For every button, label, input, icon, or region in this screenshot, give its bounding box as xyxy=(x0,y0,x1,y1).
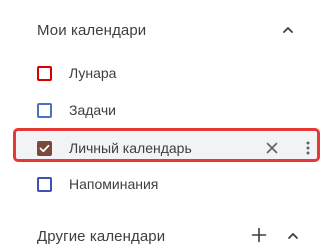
calendar-item-reminders[interactable]: Напоминания xyxy=(37,172,317,196)
calendar-item-tasks[interactable]: Задачи xyxy=(37,98,317,122)
checkmark-icon xyxy=(39,144,50,152)
calendar-checkbox[interactable] xyxy=(37,176,52,192)
calendar-item-lunara[interactable]: Лунара xyxy=(37,61,317,85)
other-calendars-title: Другие календари xyxy=(37,227,166,244)
my-calendars-title: Мои календари xyxy=(37,21,147,39)
calendar-checkbox[interactable] xyxy=(37,140,52,156)
my-calendars-header[interactable]: Мои календари xyxy=(37,19,307,41)
calendar-checkbox[interactable] xyxy=(37,102,52,118)
calendar-item-label: Напоминания xyxy=(69,176,159,192)
more-vertical-icon[interactable] xyxy=(303,139,313,157)
calendar-item-actions xyxy=(263,136,313,160)
calendar-item-label: Задачи xyxy=(69,102,117,118)
calendar-item-personal[interactable]: Личный календарь xyxy=(37,136,317,160)
chevron-up-icon[interactable] xyxy=(280,22,296,38)
other-calendars-header[interactable]: Другие календари xyxy=(37,225,307,244)
calendar-checkbox[interactable] xyxy=(37,65,52,81)
close-icon[interactable] xyxy=(263,139,281,157)
calendar-item-label: Личный календарь xyxy=(69,140,192,156)
calendar-list-panel: Мои календари Лунара Задачи Личный кален… xyxy=(0,0,327,244)
chevron-up-icon[interactable] xyxy=(285,228,301,244)
plus-icon[interactable] xyxy=(250,226,268,244)
calendar-item-label: Лунара xyxy=(69,65,117,81)
